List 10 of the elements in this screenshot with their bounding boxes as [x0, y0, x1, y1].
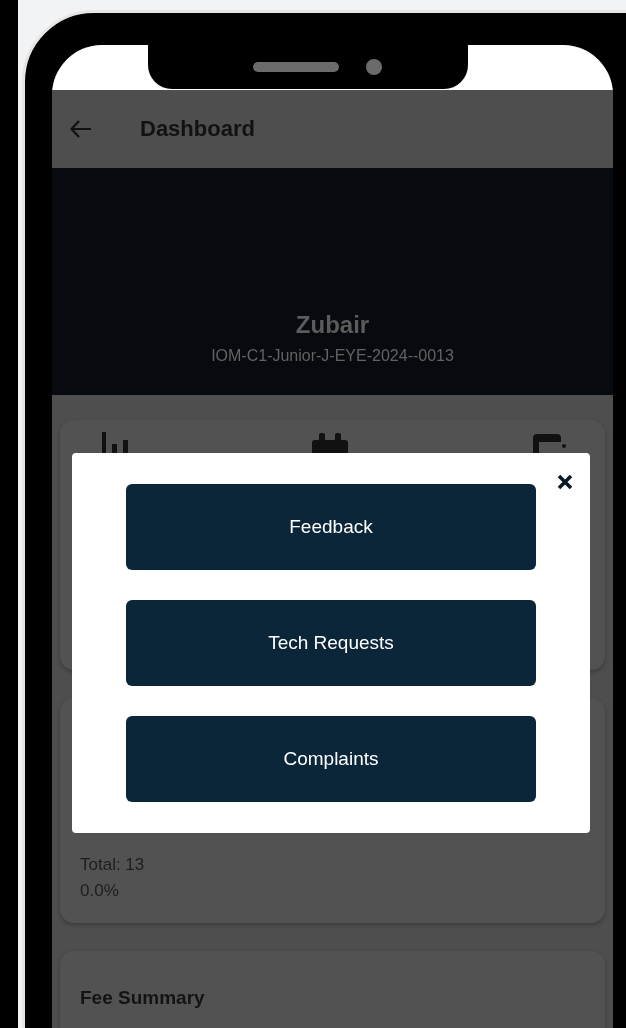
card-title: Fee Summary — [80, 987, 205, 1008]
speaker-icon — [253, 62, 339, 72]
student-name: Zubair — [295, 311, 370, 339]
camera-icon — [366, 59, 382, 75]
close-icon[interactable] — [557, 474, 573, 490]
dialog-button[interactable]: Feedback — [126, 484, 536, 570]
student-id: IOM-C1-Junior-J-EYE-2024--0013 — [211, 347, 454, 365]
dialog-button[interactable]: Complaints — [126, 716, 536, 802]
dialog-button[interactable]: Tech Requests — [126, 600, 536, 686]
page-title: Dashboard — [140, 116, 255, 142]
